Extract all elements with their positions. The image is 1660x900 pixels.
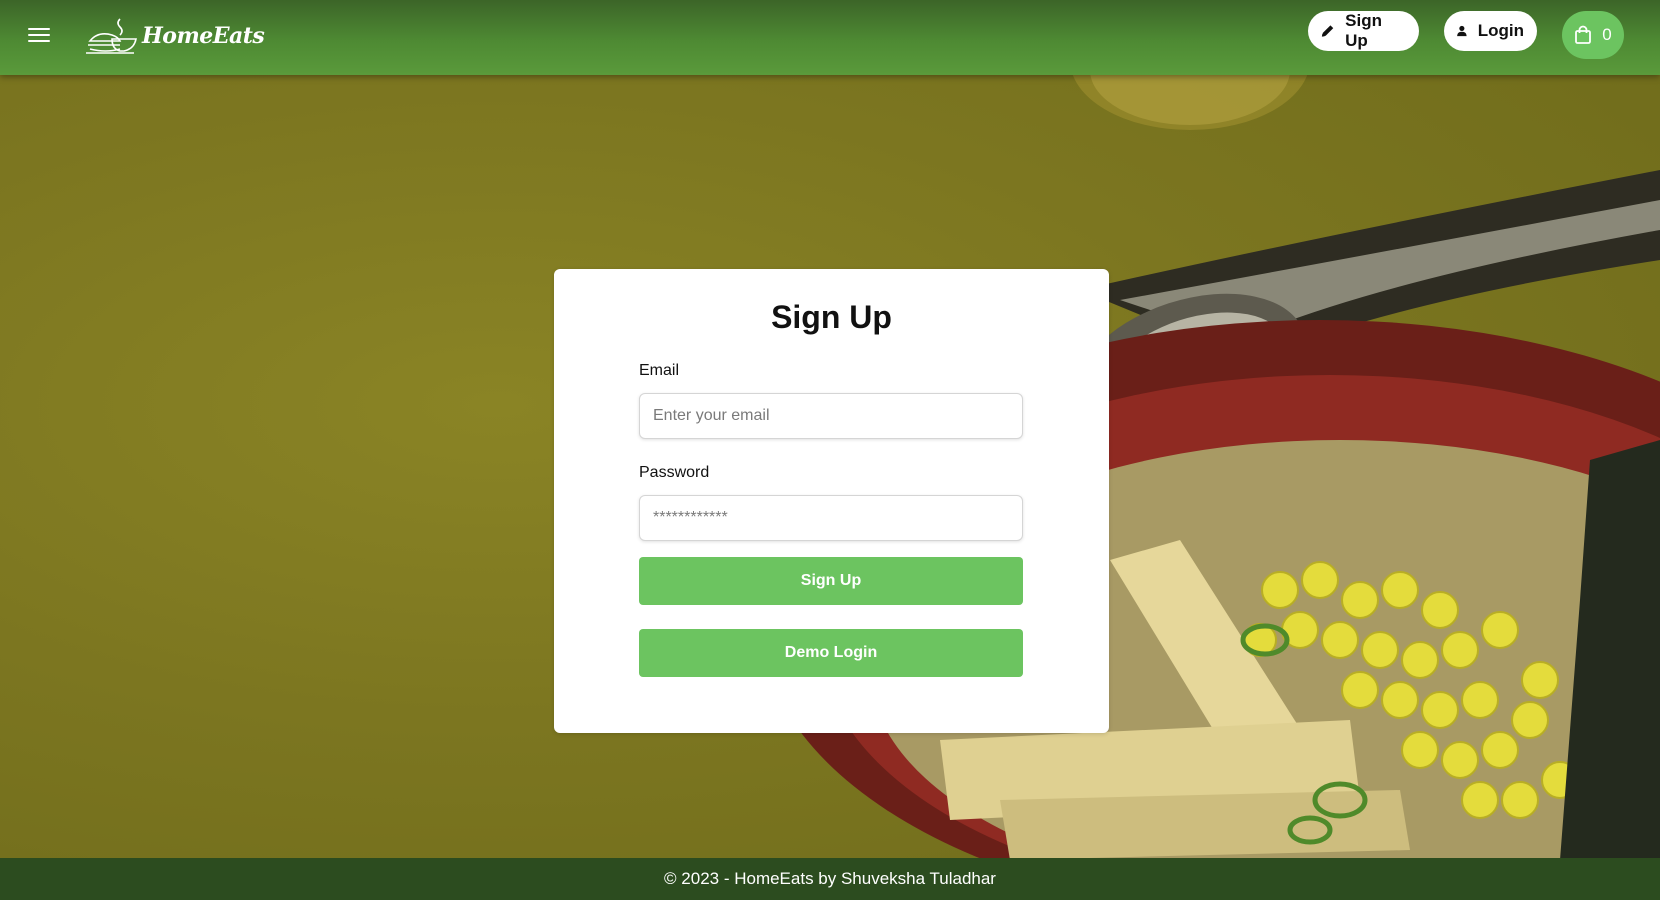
signup-nav-label: Sign Up bbox=[1345, 11, 1382, 50]
hamburger-menu-icon[interactable] bbox=[28, 24, 54, 46]
shopping-bag-icon bbox=[1575, 25, 1592, 44]
user-icon bbox=[1457, 25, 1467, 37]
signup-title: Sign Up bbox=[771, 299, 892, 335]
signup-nav-button[interactable]: Sign Up bbox=[1308, 11, 1419, 51]
logo-text: HomeEats bbox=[142, 23, 265, 49]
cart-button[interactable]: 0 bbox=[1562, 11, 1624, 59]
email-field[interactable] bbox=[639, 393, 1023, 439]
cart-count: 0 bbox=[1602, 25, 1612, 44]
password-field[interactable] bbox=[639, 495, 1023, 541]
login-nav-label: Login bbox=[1477, 21, 1524, 40]
password-label: Password bbox=[639, 464, 710, 481]
demo-login-button[interactable]: Demo Login bbox=[639, 629, 1023, 677]
login-nav-button[interactable]: Login bbox=[1444, 11, 1537, 51]
pencil-icon bbox=[1321, 25, 1334, 37]
top-navbar: HomeEats Sign Up Login 0 bbox=[0, 0, 1660, 75]
email-label: Email bbox=[639, 362, 680, 379]
footer: © 2023 - HomeEats by Shuveksha Tuladhar bbox=[0, 858, 1660, 900]
footer-text: © 2023 - HomeEats by Shuveksha Tuladhar bbox=[664, 869, 996, 888]
homeeats-logo[interactable]: HomeEats bbox=[84, 14, 265, 58]
signup-submit-button[interactable]: Sign Up bbox=[639, 557, 1023, 605]
food-bowl-logo-icon bbox=[86, 18, 137, 54]
signup-card: Sign Up Email Password Sign Up Demo Logi… bbox=[554, 269, 1109, 733]
